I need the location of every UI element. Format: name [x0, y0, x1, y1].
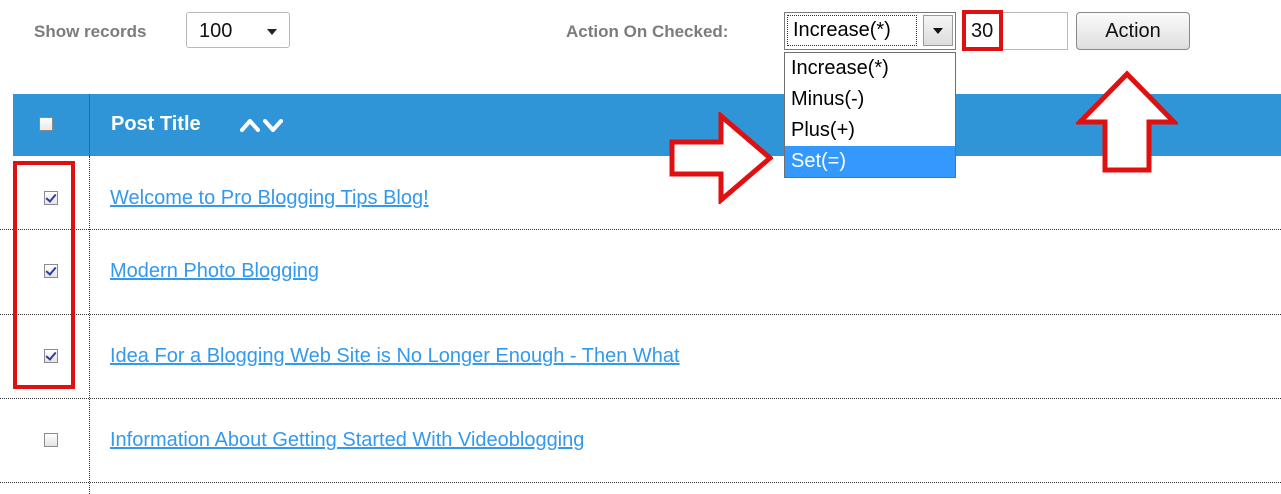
table-row: Information About Getting Started With V…: [0, 398, 1281, 482]
chevron-down-icon: [933, 28, 943, 34]
row-checkbox[interactable]: [44, 433, 58, 447]
show-records-value: 100: [199, 20, 233, 42]
post-title-column-header[interactable]: Post Title: [111, 113, 201, 136]
action-on-checked-label: Action On Checked:: [566, 22, 729, 41]
post-title-link[interactable]: Information About Getting Started With V…: [110, 429, 584, 452]
action-option-plus[interactable]: Plus(+): [785, 115, 955, 146]
action-value-text: 30: [971, 20, 994, 42]
action-button[interactable]: Action: [1076, 12, 1190, 50]
action-option-increase[interactable]: Increase(*): [785, 53, 955, 84]
table-row: Idea For a Blogging Web Site is No Longe…: [0, 314, 1281, 398]
post-title-link[interactable]: Welcome to Pro Blogging Tips Blog!: [110, 187, 429, 210]
sort-arrows-icon[interactable]: [239, 114, 297, 136]
select-all-checkbox[interactable]: [39, 117, 53, 131]
action-select-value: Increase(*): [787, 15, 917, 46]
show-records-label: Show records: [34, 22, 147, 41]
column-divider: [89, 156, 90, 494]
post-title-link[interactable]: Idea For a Blogging Web Site is No Longe…: [110, 345, 680, 368]
up-arrow-annotation-icon: [1076, 70, 1178, 173]
post-title-link[interactable]: Modern Photo Blogging: [110, 260, 319, 283]
action-dropdown-list: Increase(*) Minus(-) Plus(+) Set(=): [784, 52, 956, 178]
chevron-down-icon: [267, 29, 277, 35]
action-option-minus[interactable]: Minus(-): [785, 84, 955, 115]
show-records-select[interactable]: 100: [186, 12, 290, 48]
table-row: Modern Photo Blogging: [0, 229, 1281, 313]
action-select[interactable]: Increase(*): [784, 12, 956, 50]
right-arrow-annotation-icon: [669, 112, 773, 204]
row-divider: [0, 482, 1281, 483]
action-value-input[interactable]: 30: [964, 12, 1068, 50]
checkbox-highlight-box: [13, 161, 75, 389]
action-select-dropdown-button[interactable]: [923, 15, 953, 46]
header-divider: [89, 94, 90, 156]
action-option-set[interactable]: Set(=): [785, 146, 955, 177]
